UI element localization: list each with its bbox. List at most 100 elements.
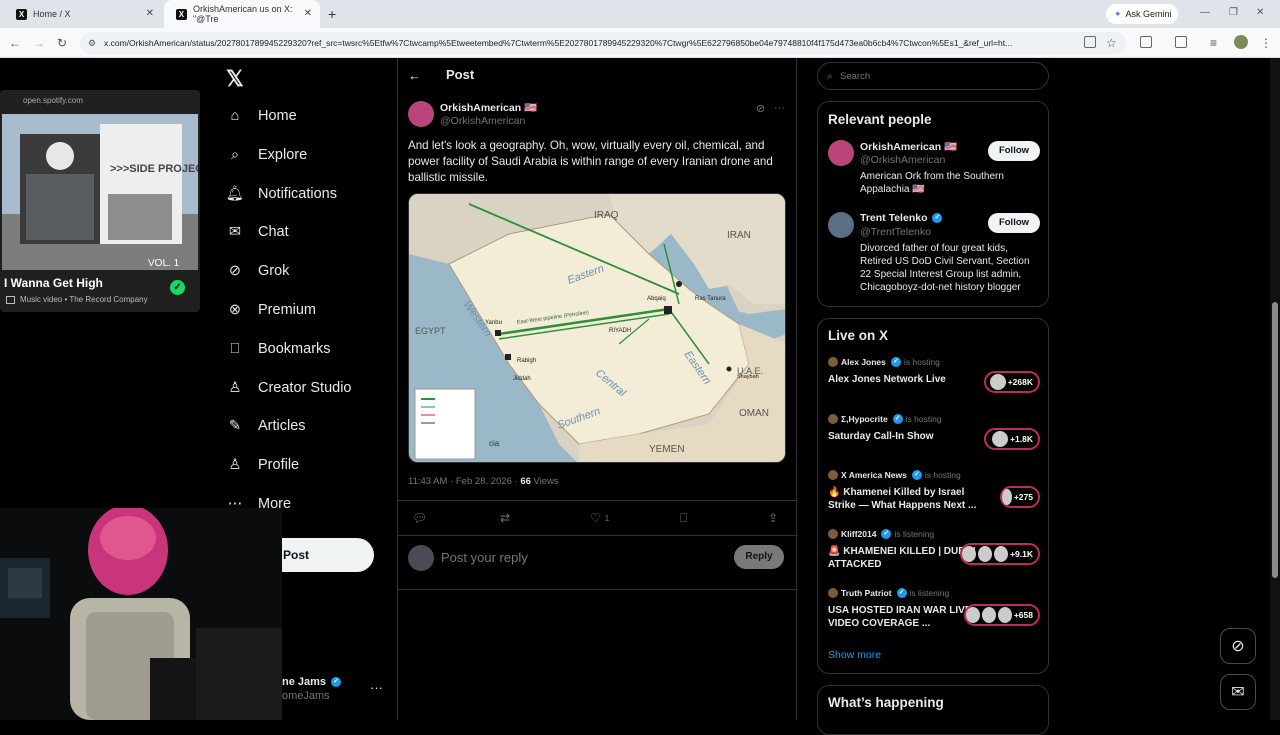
cast-icon[interactable] xyxy=(1084,36,1096,48)
own-avatar xyxy=(408,545,434,571)
repost-icon[interactable]: ⇄ xyxy=(500,511,510,525)
follow-button[interactable]: Follow xyxy=(988,213,1040,233)
follow-button[interactable]: Follow xyxy=(988,141,1040,161)
page-scrollbar[interactable] xyxy=(1270,58,1280,720)
split-view-icon[interactable] xyxy=(1175,36,1187,48)
nav-item-label: Grok xyxy=(258,263,290,280)
live-title[interactable]: Saturday Call-In Show xyxy=(828,430,978,443)
window-close-icon[interactable]: ✕ xyxy=(1256,7,1264,18)
live-item[interactable]: Truth Patriot ✓ is listening USA HOSTED IRA… xyxy=(828,588,1040,638)
minimize-icon[interactable]: — xyxy=(1200,7,1210,18)
messages-fab[interactable]: ✉ xyxy=(1220,674,1256,710)
listeners-pill[interactable]: +268K xyxy=(984,371,1040,393)
forward-icon[interactable]: → xyxy=(33,36,45,50)
host-name[interactable]: Truth Patriot xyxy=(841,588,892,598)
bookmark-star-icon[interactable]: ☆ xyxy=(1106,36,1117,50)
x-favicon-icon: X xyxy=(16,8,27,20)
show-more-link[interactable]: Show more xyxy=(828,649,881,661)
listeners-pill[interactable]: +9.1K xyxy=(960,543,1040,565)
relevant-people-title: Relevant people xyxy=(828,112,932,127)
author-name[interactable]: OrkishAmerican 🇺🇸 xyxy=(440,101,537,114)
reply-icon[interactable]: 💬︎ xyxy=(412,511,427,525)
reply-input[interactable]: Post your reply xyxy=(441,550,528,565)
saved-check-icon[interactable]: ✓ xyxy=(170,280,185,295)
more-options-icon[interactable]: ··· xyxy=(774,102,785,114)
nav-item-chat[interactable]: ✉ Chat xyxy=(226,216,289,248)
restore-icon[interactable]: ❐ xyxy=(1229,7,1238,18)
site-info-icon[interactable]: ⚙ xyxy=(88,32,96,54)
track-title[interactable]: I Wanna Get High xyxy=(4,276,103,290)
x-logo-icon[interactable]: 𝕏 xyxy=(226,66,244,92)
person-avatar[interactable] xyxy=(828,212,854,238)
host-name[interactable]: Σ,Hypocrite xyxy=(841,414,888,424)
close-tab-icon[interactable]: ✕ xyxy=(146,8,154,19)
live-title[interactable]: USA HOSTED IRAN WAR LIVE VIDEO COVERAGE … xyxy=(828,604,978,630)
grok-fab[interactable]: ⊘ xyxy=(1220,628,1256,664)
host-name[interactable]: X America News xyxy=(841,470,907,480)
reload-icon[interactable]: ↻ xyxy=(57,36,67,50)
views-count: 66 xyxy=(520,476,531,487)
track-subtitle: Music video • The Record Company xyxy=(20,295,148,304)
account-switcher[interactable]: ne Jams ✓ omeJams xyxy=(282,676,342,702)
live-title[interactable]: 🚨 KHAMENEI KILLED | DUBAI ATTACKED xyxy=(828,545,978,571)
live-title[interactable]: 🔥 Khamenei Killed by Israel Strike — Wha… xyxy=(828,486,978,512)
nav-item-articles[interactable]: ✎ Articles xyxy=(226,410,306,442)
reply-button[interactable]: Reply xyxy=(734,545,784,569)
nav-item-premium[interactable]: ⊗ Premium xyxy=(226,294,316,326)
extensions-icon[interactable] xyxy=(1140,36,1152,48)
author-handle[interactable]: @OrkishAmerican xyxy=(440,115,525,127)
listeners-pill[interactable]: +658 xyxy=(964,604,1040,626)
person-name[interactable]: OrkishAmerican 🇺🇸 xyxy=(860,140,957,153)
host-name[interactable]: Kliff2014 xyxy=(841,529,876,539)
author-avatar[interactable] xyxy=(408,101,434,127)
account-name: ne Jams xyxy=(282,676,327,688)
host-status: is hosting xyxy=(903,357,940,367)
profile-avatar[interactable] xyxy=(1234,35,1248,49)
back-icon[interactable]: ← xyxy=(9,36,21,50)
listeners-pill[interactable]: +275 xyxy=(1000,486,1040,508)
nav-item-home[interactable]: ⌂ Home xyxy=(226,100,297,132)
listeners-pill[interactable]: +1.8K xyxy=(984,428,1040,450)
close-tab-icon[interactable]: ✕ xyxy=(304,8,312,19)
grok-icon[interactable]: ⊘ xyxy=(756,102,765,115)
media-icon[interactable]: ≡ xyxy=(1210,36,1217,50)
scroll-thumb[interactable] xyxy=(1272,302,1278,578)
live-item[interactable]: Kliff2014 ✓ is listening 🚨 KHAMENEI KILLED … xyxy=(828,529,1040,579)
live-item[interactable]: Σ,Hypocrite ✓ is hosting Saturday Call-In S… xyxy=(828,414,1040,464)
host-name[interactable]: Alex Jones xyxy=(841,357,886,367)
tab-post[interactable]: X OrkishAmerican us on X: "@Tre ✕ xyxy=(164,0,320,28)
live-item[interactable]: X America News ✓ is hosting 🔥 Khamenei Kill… xyxy=(828,470,1040,520)
post-image-map[interactable]: IRAQ IRAN EGYPT U.A.E. OMAN YEMEN Wester… xyxy=(408,193,786,463)
new-tab-icon[interactable]: + xyxy=(328,6,336,22)
nav-item-explore[interactable]: ⌕ Explore xyxy=(226,139,307,171)
back-arrow-icon[interactable]: ← xyxy=(408,68,421,83)
like-button[interactable]: ♡ 1 xyxy=(590,511,609,525)
person-handle: @TrentTelenko xyxy=(860,226,931,238)
like-count: 1 xyxy=(604,513,610,523)
tab-title: Home / X xyxy=(33,9,71,19)
person-name[interactable]: Trent Telenko ✓ xyxy=(860,212,943,224)
share-icon[interactable]: ⇪ xyxy=(768,511,778,525)
relevant-person[interactable]: OrkishAmerican 🇺🇸 @OrkishAmerican American… xyxy=(828,140,1040,210)
nav-item-bookmarks[interactable]: ⎕ Bookmarks xyxy=(226,333,331,365)
bookmark-icon[interactable]: ⎕ xyxy=(680,511,687,526)
relevant-person[interactable]: Trent Telenko ✓ @TrentTelenko Divorced fat… xyxy=(828,212,1040,293)
ask-gemini-button[interactable]: ✦ Ask Gemini xyxy=(1106,4,1178,24)
spotify-mini-player[interactable]: open.spotify.com >>>SIDE PROJECT VOL. 1 … xyxy=(0,90,200,312)
nav-item-grok[interactable]: ⊘ Grok xyxy=(226,255,290,287)
whats-happening-panel: What’s happening xyxy=(817,685,1049,735)
post-timestamp[interactable]: 11:43 AM · Feb 28, 2026 · xyxy=(408,476,518,487)
nav-item-notifications[interactable]: 🔔︎ Notifications xyxy=(226,178,337,210)
menu-icon[interactable]: ⋮ xyxy=(1260,36,1272,50)
account-more-icon[interactable]: ··· xyxy=(370,680,383,695)
live-item[interactable]: Alex Jones ✓ is hosting Alex Jones Network … xyxy=(828,357,1040,407)
nav-item-creator-studio[interactable]: ♙ Creator Studio xyxy=(226,372,352,404)
nav-item-profile[interactable]: ♙ Profile xyxy=(226,449,300,481)
person-avatar[interactable] xyxy=(828,140,854,166)
home-icon: ⌂ xyxy=(230,108,240,124)
search-input[interactable]: ⌕ Search xyxy=(817,62,1049,90)
tab-home[interactable]: X Home / X ✕ xyxy=(4,0,162,28)
address-bar[interactable]: ⚙ x.com/OrkishAmerican/status/2027801789… xyxy=(80,32,1126,54)
post-button[interactable]: Post xyxy=(282,538,374,572)
live-title[interactable]: Alex Jones Network Live xyxy=(828,373,978,386)
